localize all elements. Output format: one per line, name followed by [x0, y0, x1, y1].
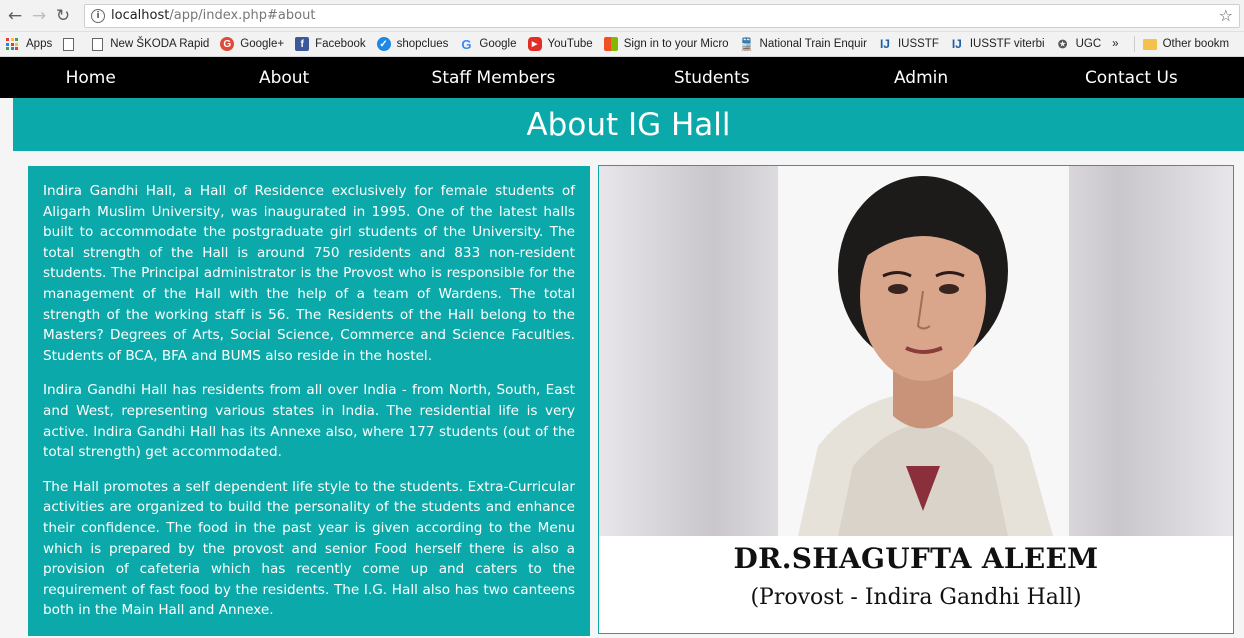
info-icon[interactable]: i — [91, 8, 105, 23]
url-path: /app/index.php#about — [169, 8, 316, 23]
nav-admin[interactable]: Admin — [823, 68, 1018, 88]
site-navbar: Home About Staff Members Students Admin … — [0, 57, 1244, 98]
bookmark-label: YouTube — [547, 38, 593, 50]
bookmark-label: Other bookm — [1162, 38, 1230, 50]
provost-photo — [778, 166, 1069, 536]
ugc-icon: ✪ — [1058, 38, 1068, 51]
google-plus-icon: G — [220, 37, 235, 51]
bookmark-label: shopclues — [396, 38, 449, 50]
page-icon — [92, 37, 104, 51]
bookmark-train[interactable]: 🚆 National Train Enquir — [739, 37, 867, 51]
nav-about[interactable]: About — [181, 68, 386, 88]
bookmarks-divider — [1133, 36, 1135, 52]
bookmark-label: IUSSTF — [897, 38, 939, 50]
about-text-panel: Indira Gandhi Hall, a Hall of Residence … — [28, 166, 590, 636]
more-chevron-icon: » — [1112, 38, 1119, 50]
apps-grid-icon — [6, 38, 20, 50]
bookmark-label: Google+ — [240, 38, 285, 50]
bookmark-facebook[interactable]: f Facebook — [295, 37, 366, 51]
nav-staff-members[interactable]: Staff Members — [387, 68, 600, 88]
facebook-icon: f — [295, 37, 310, 51]
microsoft-icon — [603, 37, 618, 51]
address-bar[interactable]: i localhost/app/index.php#about ☆ — [84, 3, 1240, 28]
bookmark-label: Sign in to your Micro — [623, 38, 729, 50]
page-icon — [63, 37, 75, 51]
about-paragraph: Indira Gandhi Hall has residents from al… — [43, 382, 575, 461]
bookmark-ugc[interactable]: ✪ UGC — [1056, 37, 1102, 51]
provost-name: DR.SHAGUFTA ALEEM — [733, 542, 1099, 575]
youtube-icon: ▶ — [527, 37, 542, 51]
page-header: About IG Hall — [13, 98, 1244, 151]
bookmark-skoda[interactable]: New ŠKODA Rapid — [92, 37, 210, 51]
bookmark-iusstf[interactable]: IJ IUSSTF — [878, 37, 939, 51]
bookmarks-bar: Apps New ŠKODA Rapid G Google+ f Faceboo… — [0, 32, 1244, 57]
bookmark-iusstf-viterbi[interactable]: IJ IUSSTF viterbi — [950, 37, 1045, 51]
google-icon: G — [461, 36, 472, 52]
about-paragraph: Indira Gandhi Hall, a Hall of Residence … — [43, 183, 575, 364]
bookmark-label: Apps — [26, 38, 53, 50]
nav-contact-us[interactable]: Contact Us — [1019, 68, 1244, 88]
bookmark-label: Facebook — [315, 38, 366, 50]
bookmark-label: Google — [479, 38, 517, 50]
bookmark-shopclues[interactable]: ✓ shopclues — [376, 37, 449, 51]
about-paragraph: The Hall promotes a self dependent life … — [43, 478, 575, 619]
bookmark-label: UGC — [1075, 38, 1102, 50]
bookmark-apps[interactable]: Apps — [6, 38, 52, 50]
bookmark-google[interactable]: G Google — [459, 36, 517, 52]
provost-role: (Provost - Indira Gandhi Hall) — [750, 585, 1082, 610]
nav-students[interactable]: Students — [600, 68, 823, 88]
back-arrow-icon[interactable]: ← — [4, 5, 26, 27]
bookmark-label: IUSSTF viterbi — [969, 38, 1045, 50]
folder-icon — [1142, 38, 1157, 50]
shopclues-icon: ✓ — [376, 37, 391, 51]
reload-icon[interactable]: ↻ — [52, 5, 74, 27]
bookmark-youtube[interactable]: ▶ YouTube — [527, 37, 593, 51]
bookmark-label: New ŠKODA Rapid — [110, 38, 210, 50]
forward-arrow-icon[interactable]: → — [28, 5, 50, 27]
photo-backdrop — [599, 166, 1233, 536]
page-content: About IG Hall Indira Gandhi Hall, a Hall… — [0, 98, 1244, 638]
provost-portrait-image — [778, 166, 1069, 536]
bookmark-microsoft[interactable]: Sign in to your Micro — [603, 37, 729, 51]
bookmark-label: National Train Enquir — [759, 38, 867, 50]
page-title: About IG Hall — [526, 106, 731, 143]
browser-toolbar: ← → ↻ i localhost/app/index.php#about ☆ — [0, 0, 1244, 32]
provost-card: DR.SHAGUFTA ALEEM (Provost - Indira Gand… — [598, 165, 1234, 634]
train-icon: 🚆 — [739, 37, 755, 51]
nav-home[interactable]: Home — [0, 68, 181, 88]
more-bookmarks-button[interactable]: » — [1112, 38, 1118, 50]
url-host: localhost — [111, 8, 170, 23]
iusstf-icon: IJ — [951, 37, 962, 51]
iusstf-icon: IJ — [879, 37, 890, 51]
bookmark-star-icon[interactable]: ☆ — [1219, 6, 1233, 25]
bookmark-blank[interactable] — [63, 37, 81, 51]
bookmark-google-plus[interactable]: G Google+ — [220, 37, 284, 51]
other-bookmarks[interactable]: Other bookm — [1142, 38, 1230, 50]
